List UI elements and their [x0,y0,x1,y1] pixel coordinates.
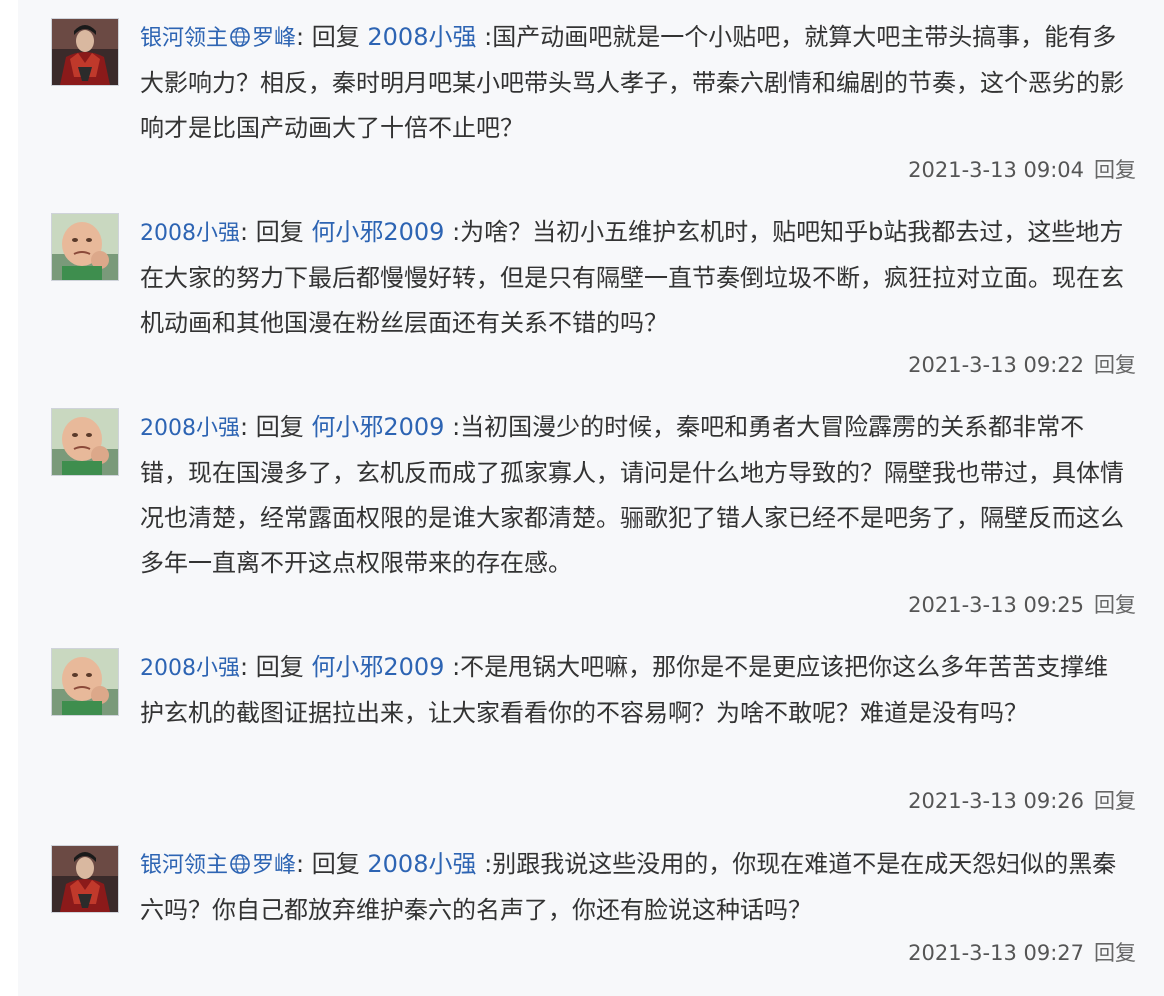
reply-content: 2008小强: 回复 何小邪2009 :不是甩锅大吧嘛，那你是不是更应该把你这么… [140,653,1109,727]
baby-fist-avatar-icon [52,649,118,715]
reply-meta: 2021-3-13 09:04 回复 [908,158,1136,182]
reply-target-link[interactable]: 2008小强 [367,23,476,51]
reply-button[interactable]: 回复 [1094,353,1136,377]
baby-fist-avatar-icon [52,214,118,280]
reply-target-link[interactable]: 何小邪2009 [311,653,444,681]
reply-target-link[interactable]: 何小邪2009 [311,218,444,246]
reply-meta: 2021-3-13 09:25 回复 [908,593,1136,617]
avatar[interactable] [51,18,119,86]
reply-content: 银河领主 罗峰: 回复 2008小强 :别跟我说这些没用的，你现在难道不是在成天怨… [140,850,1117,924]
reply-meta: 2021-3-13 09:22 回复 [908,353,1136,377]
timestamp: 2021-3-13 09:04 [908,158,1084,182]
reply-list: 银河领主 罗峰: 回复 2008小强 :国产动画吧就是一个小贴吧，就算大吧主带头搞… [18,0,1164,996]
avatar[interactable] [51,648,119,716]
reply-content: 2008小强: 回复 何小邪2009 :为啥？当初小五维护玄机时，贴吧知乎b站我… [140,218,1124,337]
reply-word: 回复 [311,850,360,878]
username[interactable]: 2008小强 [140,416,240,441]
timestamp: 2021-3-13 09:26 [908,789,1084,813]
username[interactable]: 2008小强 [140,221,240,246]
reply-content: 银河领主 罗峰: 回复 2008小强 :国产动画吧就是一个小贴吧，就算大吧主带头搞… [140,23,1124,142]
reply-word: 回复 [255,413,304,441]
armored-warrior-avatar-icon [52,19,118,85]
baby-fist-avatar-icon [52,409,118,475]
timestamp: 2021-3-13 09:25 [908,593,1084,617]
reply-meta: 2021-3-13 09:26 回复 [908,789,1136,813]
reply-word: 回复 [311,23,360,51]
reply-word: 回复 [255,218,304,246]
globe-icon [230,27,250,47]
username[interactable]: 银河领主 罗峰 [140,853,296,878]
reply-content: 2008小强: 回复 何小邪2009 :当初国漫少的时候，秦吧和勇者大冒险霹雳的… [140,413,1124,577]
avatar[interactable] [51,845,119,913]
reply-button[interactable]: 回复 [1094,593,1136,617]
timestamp: 2021-3-13 09:22 [908,353,1084,377]
avatar[interactable] [51,213,119,281]
reply-button[interactable]: 回复 [1094,158,1136,182]
reply-word: 回复 [255,653,304,681]
reply-meta: 2021-3-13 09:27 回复 [908,941,1136,965]
reply-target-link[interactable]: 何小邪2009 [311,413,444,441]
username[interactable]: 2008小强 [140,656,240,681]
avatar[interactable] [51,408,119,476]
reply-button[interactable]: 回复 [1094,789,1136,813]
armored-warrior-avatar-icon [52,846,118,912]
username[interactable]: 银河领主 罗峰 [140,26,296,51]
reply-button[interactable]: 回复 [1094,941,1136,965]
timestamp: 2021-3-13 09:27 [908,941,1084,965]
globe-icon [230,854,250,874]
reply-target-link[interactable]: 2008小强 [367,850,476,878]
